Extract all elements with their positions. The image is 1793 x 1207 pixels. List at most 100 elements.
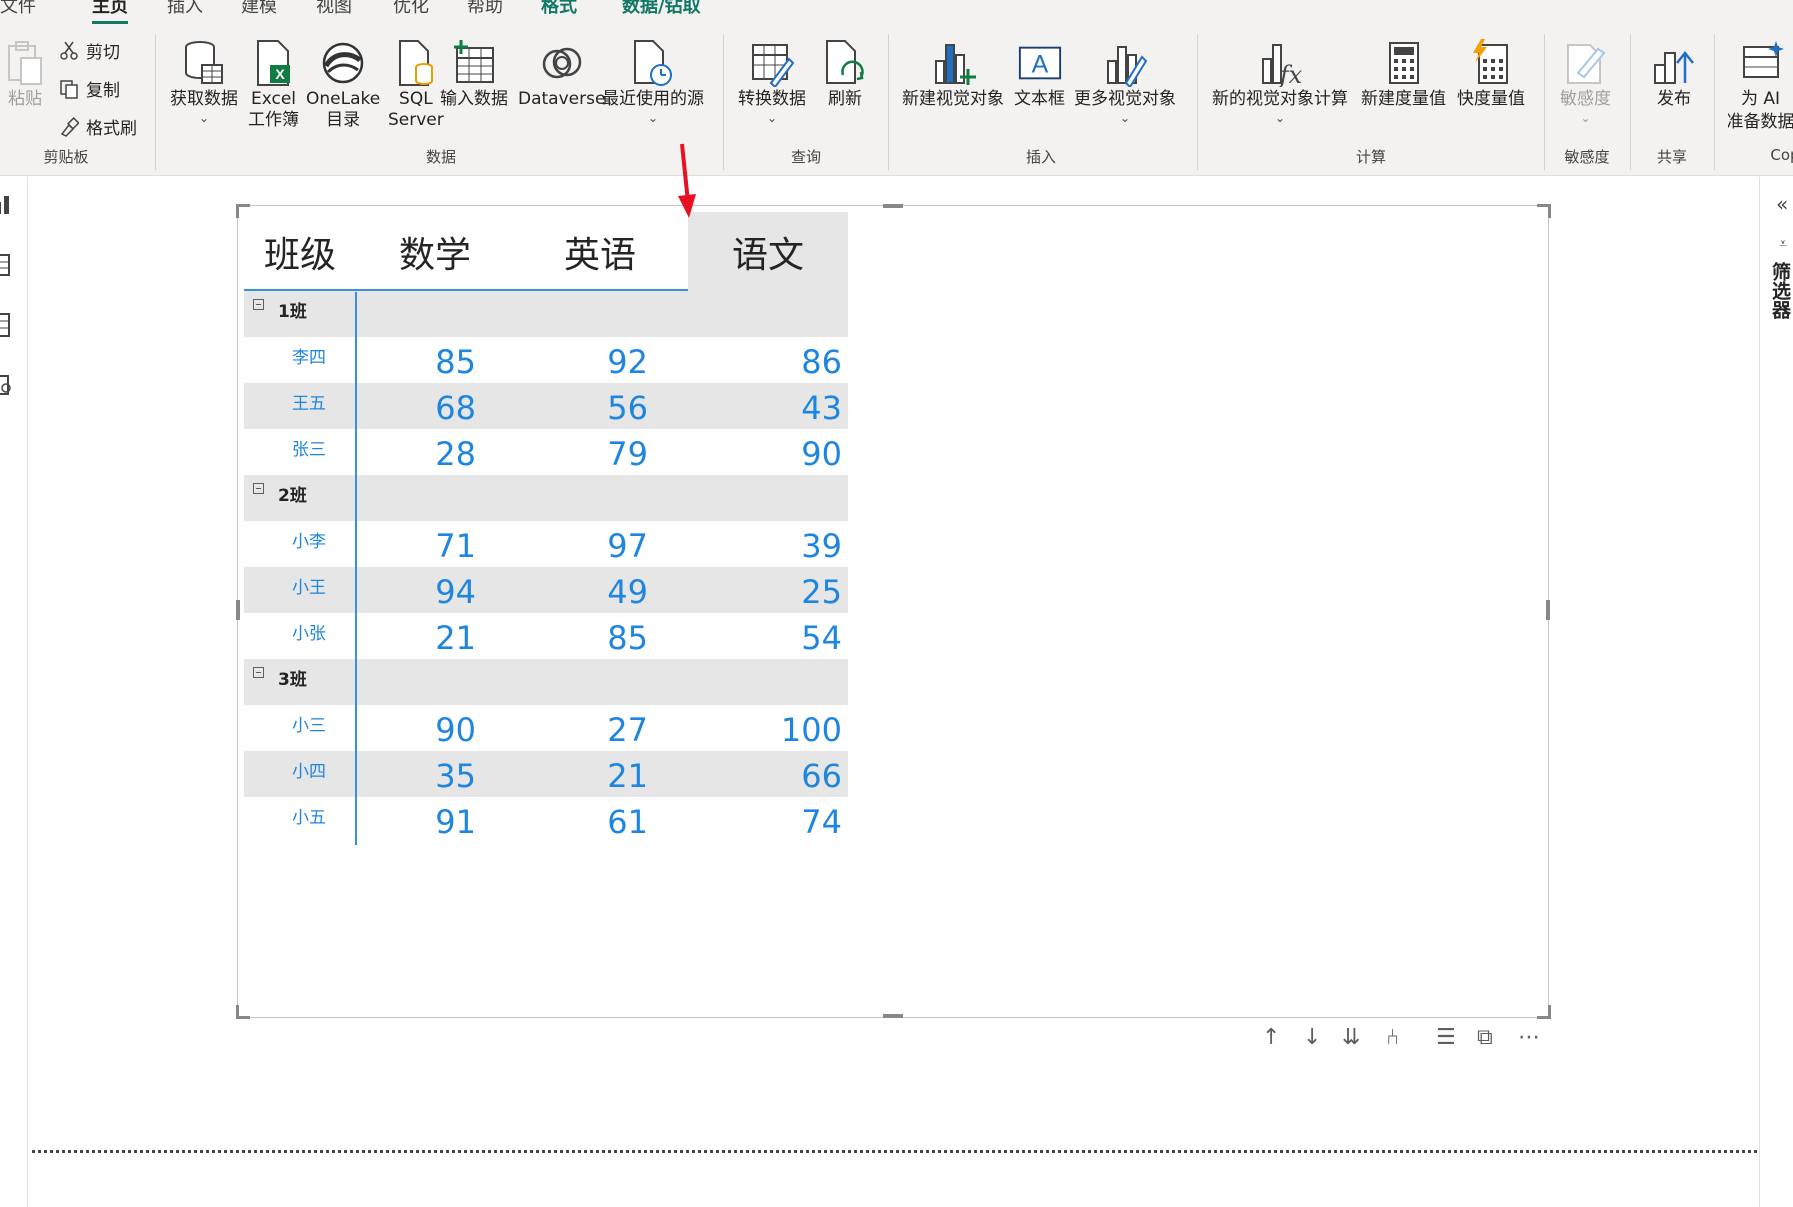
chinese-score: 74 — [801, 803, 842, 841]
tab-file[interactable]: 文件 — [0, 0, 36, 18]
dax-query-view-icon[interactable] — [0, 372, 14, 398]
filter-funnel-icon: ⩡ — [1779, 236, 1787, 252]
english-score: 79 — [607, 435, 648, 473]
tab-optimize[interactable]: 优化 — [393, 0, 429, 18]
brush-icon — [58, 116, 80, 138]
more-options-icon[interactable]: ⋯ — [1518, 1025, 1540, 1050]
resize-handle-bottom-left[interactable] — [236, 1005, 250, 1019]
enter-data-label: 输入数据 — [440, 89, 508, 109]
column-header-english[interactable]: 英语 — [564, 212, 636, 291]
quick-measure-button[interactable]: 快度量值 — [1457, 38, 1525, 111]
english-score: 97 — [607, 527, 648, 565]
table-edit-icon — [749, 38, 795, 88]
drill-up-icon[interactable]: ↑ — [1262, 1025, 1280, 1050]
student-name: 小张 — [292, 624, 326, 644]
english-score: 49 — [607, 573, 648, 611]
table-view-icon[interactable] — [0, 252, 14, 278]
publish-icon — [1651, 38, 1697, 88]
text-box-button[interactable]: A 文本框 — [1014, 38, 1065, 111]
tab-view[interactable]: 视图 — [316, 0, 352, 18]
report-view-icon[interactable] — [0, 192, 14, 218]
format-painter-button[interactable]: 格式刷 — [58, 114, 137, 139]
more-visuals-button[interactable]: 更多视觉对象 ⌄ — [1074, 38, 1176, 125]
new-measure-button[interactable]: 新建度量值 — [1361, 38, 1446, 111]
publish-label: 发布 — [1657, 89, 1691, 109]
go-to-next-level-icon[interactable]: ⇊ — [1342, 1025, 1360, 1050]
prep-data-for-ai-button[interactable]: 为 AI 准备数据 — [1728, 38, 1793, 134]
filters-pane-collapsed[interactable] — [1759, 177, 1793, 1207]
page-boundary-line — [32, 1150, 1757, 1153]
expand-pane-icon[interactable]: « — [1776, 192, 1788, 216]
resize-handle-left[interactable] — [236, 600, 240, 620]
group-label: 2班 — [278, 486, 307, 506]
new-measure-label: 新建度量值 — [1361, 89, 1446, 109]
chinese-score: 54 — [801, 619, 842, 657]
visual-calculation-icon: fx — [1257, 38, 1303, 88]
resize-handle-top-right[interactable] — [1537, 204, 1551, 218]
refresh-icon — [822, 38, 868, 88]
chevron-down-icon: ⌄ — [1274, 111, 1286, 125]
tab-data-drill[interactable]: 数据/钻取 — [622, 0, 701, 18]
sql-server-button[interactable]: SQL Server — [388, 38, 444, 132]
svg-text:A: A — [1031, 51, 1048, 79]
math-score: 94 — [435, 573, 476, 611]
onelake-catalog-button[interactable]: OneLake 目录 — [306, 38, 380, 132]
filter-icon[interactable]: ☰ — [1436, 1025, 1456, 1050]
group-label: 3班 — [278, 670, 307, 690]
collapse-icon[interactable] — [253, 667, 264, 678]
group-row: 1班 — [244, 291, 848, 337]
column-header-chinese[interactable]: 语文 — [688, 212, 848, 291]
student-name: 小李 — [292, 532, 326, 552]
onelake-icon — [320, 38, 366, 88]
model-view-icon[interactable] — [0, 312, 14, 338]
english-score: 27 — [607, 711, 648, 749]
row-header-divider — [355, 292, 357, 845]
tab-modeling[interactable]: 建模 — [241, 0, 277, 18]
column-header-math[interactable]: 数学 — [399, 212, 471, 291]
cut-button[interactable]: 剪切 — [58, 38, 120, 63]
table-row: 王五 68 56 43 — [244, 383, 848, 429]
dataverse-button[interactable]: Dataverse — [518, 38, 605, 111]
get-data-button[interactable]: 获取数据 ⌄ — [170, 38, 238, 125]
chinese-score: 90 — [801, 435, 842, 473]
chinese-score: 100 — [780, 711, 842, 749]
tab-home[interactable]: 主页 — [92, 0, 128, 24]
table-row: 小张 21 85 54 — [244, 613, 848, 659]
new-visual-calculation-button[interactable]: fx 新的视觉对象计算 ⌄ — [1212, 38, 1348, 125]
format-painter-label: 格式刷 — [86, 119, 137, 139]
enter-data-button[interactable]: 输入数据 — [440, 38, 508, 111]
table-row: 小五 91 61 74 — [244, 797, 848, 843]
svg-text:X: X — [275, 66, 285, 82]
sensitivity-button[interactable]: 敏感度 ⌄ — [1560, 38, 1611, 125]
resize-handle-top[interactable] — [883, 204, 903, 208]
collapse-icon[interactable] — [253, 299, 264, 310]
chevron-down-icon: ⌄ — [1119, 111, 1131, 125]
paste-button[interactable]: 粘贴 — [2, 38, 48, 111]
focus-mode-icon[interactable]: ⧉ — [1477, 1025, 1493, 1050]
column-header-class[interactable]: 班级 — [264, 212, 336, 291]
tab-insert[interactable]: 插入 — [167, 0, 203, 18]
resize-handle-right[interactable] — [1546, 600, 1550, 620]
resize-handle-bottom-right[interactable] — [1537, 1005, 1551, 1019]
recent-file-clock-icon — [630, 38, 676, 88]
transform-data-button[interactable]: 转换数据 ⌄ — [738, 38, 806, 125]
group-separator — [1197, 34, 1198, 170]
collapse-icon[interactable] — [253, 483, 264, 494]
resize-handle-bottom[interactable] — [883, 1014, 903, 1018]
tab-format[interactable]: 格式 — [541, 0, 577, 18]
ribbon-tab-bar: 文件 主页 插入 建模 视图 优化 帮助 格式 数据/钻取 — [0, 0, 1793, 26]
recent-sources-button[interactable]: 最近使用的源 ⌄ — [602, 38, 704, 125]
filters-pane-label[interactable]: 筛选器 — [1769, 262, 1793, 319]
publish-button[interactable]: 发布 — [1651, 38, 1697, 111]
drill-down-icon[interactable]: ↓ — [1303, 1025, 1321, 1050]
group-label-data: 数据 — [425, 148, 457, 166]
new-visual-button[interactable]: 新建视觉对象 — [902, 38, 1004, 111]
refresh-button[interactable]: 刷新 — [822, 38, 868, 111]
group-row: 3班 — [244, 659, 848, 705]
excel-workbook-button[interactable]: X Excel 工作簿 — [248, 38, 299, 132]
copy-button[interactable]: 复制 — [58, 76, 120, 101]
group-label-sensitivity: 敏感度 — [1564, 148, 1610, 166]
tab-help[interactable]: 帮助 — [467, 0, 503, 18]
expand-hierarchy-icon[interactable]: ⑃ — [1386, 1025, 1399, 1050]
math-score: 85 — [435, 343, 476, 381]
